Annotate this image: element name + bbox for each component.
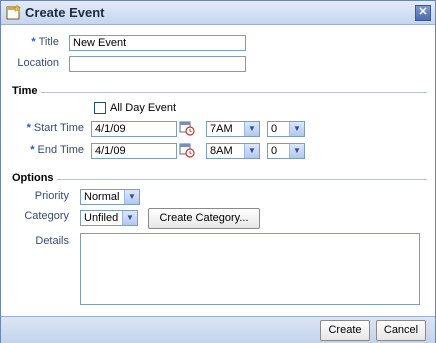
chevron-down-icon: ▼ (289, 122, 304, 136)
end-hour-value: 8AM (210, 145, 233, 157)
dialog-title: Create Event (25, 5, 105, 20)
priority-select[interactable]: Normal ▼ (80, 189, 140, 205)
dialog-titlebar[interactable]: Create Event ✕ (1, 1, 435, 25)
create-category-button[interactable]: Create Category... (148, 208, 260, 229)
event-icon (6, 4, 22, 23)
start-time-label-text: Start Time (33, 122, 84, 134)
start-minute-value: 0 (271, 123, 278, 135)
close-button[interactable]: ✕ (415, 5, 431, 21)
category-value: Unfiled (84, 212, 119, 224)
start-time-label: * Start Time (16, 122, 84, 134)
details-label: Details (35, 235, 69, 247)
priority-value: Normal (84, 191, 120, 203)
end-minute-value: 0 (271, 145, 278, 157)
end-date-input[interactable]: 4/1/09 (91, 143, 177, 159)
dialog-footer: Create Cancel (1, 316, 435, 343)
chevron-down-icon: ▼ (244, 122, 259, 136)
chevron-down-icon: ▼ (122, 211, 137, 225)
end-calendar-icon[interactable] (179, 142, 195, 161)
end-hour-select[interactable]: 8AM ▼ (206, 143, 260, 159)
close-icon: ✕ (418, 6, 428, 18)
start-minute-select[interactable]: 0 ▼ (267, 121, 305, 137)
chevron-down-icon: ▼ (289, 144, 304, 158)
title-label-text: Title (38, 36, 59, 48)
chevron-down-icon: ▼ (244, 144, 259, 158)
time-section-heading: Time (12, 85, 38, 97)
start-date-input[interactable]: 4/1/09 (91, 121, 177, 137)
time-divider (41, 92, 427, 93)
chevron-down-icon: ▼ (124, 190, 139, 204)
create-button[interactable]: Create (320, 320, 370, 341)
category-label: Category (24, 210, 69, 222)
title-label: * Title (21, 36, 59, 48)
start-hour-select[interactable]: 7AM ▼ (206, 121, 260, 137)
category-select[interactable]: Unfiled ▼ (80, 210, 138, 226)
cancel-button[interactable]: Cancel (376, 320, 426, 341)
options-section-heading: Options (12, 172, 54, 184)
details-textarea[interactable] (80, 233, 420, 305)
end-minute-select[interactable]: 0 ▼ (267, 143, 305, 159)
priority-label: Priority (34, 190, 69, 202)
required-marker: * (30, 144, 35, 156)
start-calendar-icon[interactable] (179, 120, 195, 139)
required-marker: * (26, 122, 31, 134)
location-input[interactable] (69, 56, 246, 72)
end-time-label-text: End Time (37, 144, 84, 156)
required-marker: * (31, 36, 36, 48)
all-day-checkbox[interactable] (94, 102, 106, 114)
create-event-dialog: Create Event ✕ * Title New Event Location… (0, 0, 436, 343)
location-label: Location (17, 57, 59, 69)
start-hour-value: 7AM (210, 123, 233, 135)
title-input[interactable]: New Event (69, 35, 246, 51)
all-day-label: All Day Event (110, 102, 177, 114)
end-time-label: * End Time (16, 144, 84, 156)
options-divider (57, 179, 427, 180)
